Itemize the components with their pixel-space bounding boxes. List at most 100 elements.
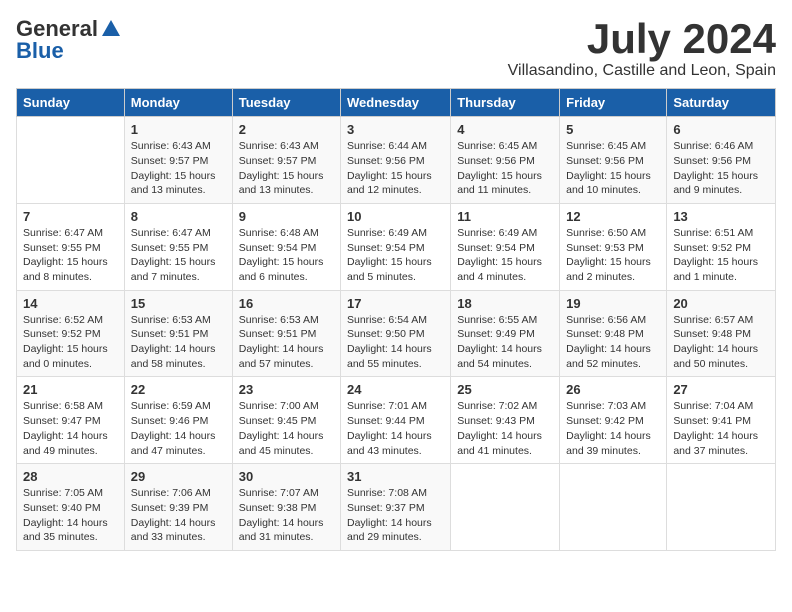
- day-info: Sunrise: 7:00 AM Sunset: 9:45 PM Dayligh…: [239, 399, 334, 458]
- day-info: Sunrise: 6:55 AM Sunset: 9:49 PM Dayligh…: [457, 313, 553, 372]
- calendar-cell: 29Sunrise: 7:06 AM Sunset: 9:39 PM Dayli…: [124, 464, 232, 551]
- day-info: Sunrise: 6:58 AM Sunset: 9:47 PM Dayligh…: [23, 399, 118, 458]
- day-number: 15: [131, 296, 226, 311]
- day-info: Sunrise: 7:01 AM Sunset: 9:44 PM Dayligh…: [347, 399, 444, 458]
- day-info: Sunrise: 7:04 AM Sunset: 9:41 PM Dayligh…: [673, 399, 769, 458]
- weekday-header-cell: Friday: [560, 89, 667, 117]
- calendar-cell: 28 Sunrise: 7:05 AM Sunset: 9:40 PM Dayli…: [17, 464, 125, 551]
- day-info: Sunrise: 6:45 AM Sunset: 9:56 PM Dayligh…: [457, 139, 553, 198]
- day-number: 12: [566, 209, 660, 224]
- weekday-header-cell: Thursday: [451, 89, 560, 117]
- day-number: 26: [566, 382, 660, 397]
- day-number: 30: [239, 469, 334, 484]
- day-info: Sunrise: 6:49 AM Sunset: 9:54 PM Dayligh…: [347, 226, 444, 285]
- calendar-cell: 18Sunrise: 6:55 AM Sunset: 9:49 PM Dayli…: [451, 290, 560, 377]
- day-number: 28: [23, 469, 118, 484]
- calendar-cell: 9 Sunrise: 6:48 AM Sunset: 9:54 PM Daylig…: [232, 203, 340, 290]
- calendar-cell: 13Sunrise: 6:51 AM Sunset: 9:52 PM Dayli…: [667, 203, 776, 290]
- day-info: Sunrise: 6:51 AM Sunset: 9:52 PM Dayligh…: [673, 226, 769, 285]
- calendar-cell: 2 Sunrise: 6:43 AM Sunset: 9:57 PM Daylig…: [232, 117, 340, 204]
- calendar-cell: 8 Sunrise: 6:47 AM Sunset: 9:55 PM Daylig…: [124, 203, 232, 290]
- calendar-cell: 31Sunrise: 7:08 AM Sunset: 9:37 PM Dayli…: [341, 464, 451, 551]
- day-number: 2: [239, 122, 334, 137]
- calendar-cell: 27 Sunrise: 7:04 AM Sunset: 9:41 PM Dayli…: [667, 377, 776, 464]
- day-info: Sunrise: 6:56 AM Sunset: 9:48 PM Dayligh…: [566, 313, 660, 372]
- month-year-title: July 2024: [508, 16, 776, 62]
- day-number: 3: [347, 122, 444, 137]
- calendar-cell: 3 Sunrise: 6:44 AM Sunset: 9:56 PM Daylig…: [341, 117, 451, 204]
- day-number: 21: [23, 382, 118, 397]
- calendar-cell: [17, 117, 125, 204]
- calendar-cell: 17 Sunrise: 6:54 AM Sunset: 9:50 PM Dayli…: [341, 290, 451, 377]
- day-info: Sunrise: 6:47 AM Sunset: 9:55 PM Dayligh…: [131, 226, 226, 285]
- calendar-week-row: 1 Sunrise: 6:43 AM Sunset: 9:57 PM Daylig…: [17, 117, 776, 204]
- day-info: Sunrise: 6:48 AM Sunset: 9:54 PM Dayligh…: [239, 226, 334, 285]
- calendar-week-row: 14 Sunrise: 6:52 AM Sunset: 9:52 PM Dayli…: [17, 290, 776, 377]
- day-info: Sunrise: 6:43 AM Sunset: 9:57 PM Dayligh…: [239, 139, 334, 198]
- weekday-header-cell: Sunday: [17, 89, 125, 117]
- weekday-header-cell: Saturday: [667, 89, 776, 117]
- calendar-cell: 14 Sunrise: 6:52 AM Sunset: 9:52 PM Dayli…: [17, 290, 125, 377]
- day-number: 8: [131, 209, 226, 224]
- weekday-header-cell: Wednesday: [341, 89, 451, 117]
- location-subtitle: Villasandino, Castille and Leon, Spain: [508, 62, 776, 80]
- day-info: Sunrise: 6:57 AM Sunset: 9:48 PM Dayligh…: [673, 313, 769, 372]
- day-number: 9: [239, 209, 334, 224]
- weekday-header-cell: Monday: [124, 89, 232, 117]
- day-number: 10: [347, 209, 444, 224]
- calendar-cell: 15 Sunrise: 6:53 AM Sunset: 9:51 PM Dayli…: [124, 290, 232, 377]
- day-number: 14: [23, 296, 118, 311]
- day-info: Sunrise: 6:50 AM Sunset: 9:53 PM Dayligh…: [566, 226, 660, 285]
- day-info: Sunrise: 7:08 AM Sunset: 9:37 PM Dayligh…: [347, 486, 444, 545]
- calendar-cell: [560, 464, 667, 551]
- day-info: Sunrise: 7:05 AM Sunset: 9:40 PM Dayligh…: [23, 486, 118, 545]
- day-info: Sunrise: 7:02 AM Sunset: 9:43 PM Dayligh…: [457, 399, 553, 458]
- day-info: Sunrise: 6:52 AM Sunset: 9:52 PM Dayligh…: [23, 313, 118, 372]
- day-number: 20: [673, 296, 769, 311]
- day-info: Sunrise: 7:03 AM Sunset: 9:42 PM Dayligh…: [566, 399, 660, 458]
- calendar-cell: 4 Sunrise: 6:45 AM Sunset: 9:56 PM Daylig…: [451, 117, 560, 204]
- day-number: 1: [131, 122, 226, 137]
- logo-blue: Blue: [16, 38, 64, 64]
- calendar-cell: [451, 464, 560, 551]
- day-number: 25: [457, 382, 553, 397]
- calendar-cell: 26 Sunrise: 7:03 AM Sunset: 9:42 PM Dayli…: [560, 377, 667, 464]
- day-number: 24: [347, 382, 444, 397]
- calendar-cell: 19Sunrise: 6:56 AM Sunset: 9:48 PM Dayli…: [560, 290, 667, 377]
- calendar-cell: 21 Sunrise: 6:58 AM Sunset: 9:47 PM Dayli…: [17, 377, 125, 464]
- calendar-cell: 30Sunrise: 7:07 AM Sunset: 9:38 PM Dayli…: [232, 464, 340, 551]
- title-area: July 2024 Villasandino, Castille and Leo…: [508, 16, 776, 80]
- day-number: 11: [457, 209, 553, 224]
- day-info: Sunrise: 6:53 AM Sunset: 9:51 PM Dayligh…: [239, 313, 334, 372]
- calendar-cell: 22Sunrise: 6:59 AM Sunset: 9:46 PM Dayli…: [124, 377, 232, 464]
- day-info: Sunrise: 7:06 AM Sunset: 9:39 PM Dayligh…: [131, 486, 226, 545]
- calendar-cell: 11 Sunrise: 6:49 AM Sunset: 9:54 PM Dayli…: [451, 203, 560, 290]
- day-number: 7: [23, 209, 118, 224]
- calendar-cell: 1 Sunrise: 6:43 AM Sunset: 9:57 PM Daylig…: [124, 117, 232, 204]
- day-number: 23: [239, 382, 334, 397]
- day-number: 17: [347, 296, 444, 311]
- calendar-cell: [667, 464, 776, 551]
- calendar-body: 1 Sunrise: 6:43 AM Sunset: 9:57 PM Daylig…: [17, 117, 776, 551]
- calendar-cell: 5Sunrise: 6:45 AM Sunset: 9:56 PM Daylig…: [560, 117, 667, 204]
- day-info: Sunrise: 6:43 AM Sunset: 9:57 PM Dayligh…: [131, 139, 226, 198]
- day-info: Sunrise: 6:49 AM Sunset: 9:54 PM Dayligh…: [457, 226, 553, 285]
- calendar-cell: 7Sunrise: 6:47 AM Sunset: 9:55 PM Daylig…: [17, 203, 125, 290]
- weekday-header-cell: Tuesday: [232, 89, 340, 117]
- weekday-header-row: SundayMondayTuesdayWednesdayThursdayFrid…: [17, 89, 776, 117]
- calendar-table: SundayMondayTuesdayWednesdayThursdayFrid…: [16, 88, 776, 551]
- day-number: 27: [673, 382, 769, 397]
- calendar-cell: 12 Sunrise: 6:50 AM Sunset: 9:53 PM Dayli…: [560, 203, 667, 290]
- day-info: Sunrise: 6:46 AM Sunset: 9:56 PM Dayligh…: [673, 139, 769, 198]
- calendar-cell: 10 Sunrise: 6:49 AM Sunset: 9:54 PM Dayli…: [341, 203, 451, 290]
- page-header: General Blue July 2024 Villasandino, Cas…: [16, 16, 776, 80]
- calendar-cell: 23 Sunrise: 7:00 AM Sunset: 9:45 PM Dayli…: [232, 377, 340, 464]
- day-info: Sunrise: 6:53 AM Sunset: 9:51 PM Dayligh…: [131, 313, 226, 372]
- calendar-cell: 24 Sunrise: 7:01 AM Sunset: 9:44 PM Dayli…: [341, 377, 451, 464]
- day-info: Sunrise: 6:54 AM Sunset: 9:50 PM Dayligh…: [347, 313, 444, 372]
- day-number: 6: [673, 122, 769, 137]
- day-info: Sunrise: 6:44 AM Sunset: 9:56 PM Dayligh…: [347, 139, 444, 198]
- day-number: 4: [457, 122, 553, 137]
- logo: General Blue: [16, 16, 122, 64]
- calendar-week-row: 28 Sunrise: 7:05 AM Sunset: 9:40 PM Dayli…: [17, 464, 776, 551]
